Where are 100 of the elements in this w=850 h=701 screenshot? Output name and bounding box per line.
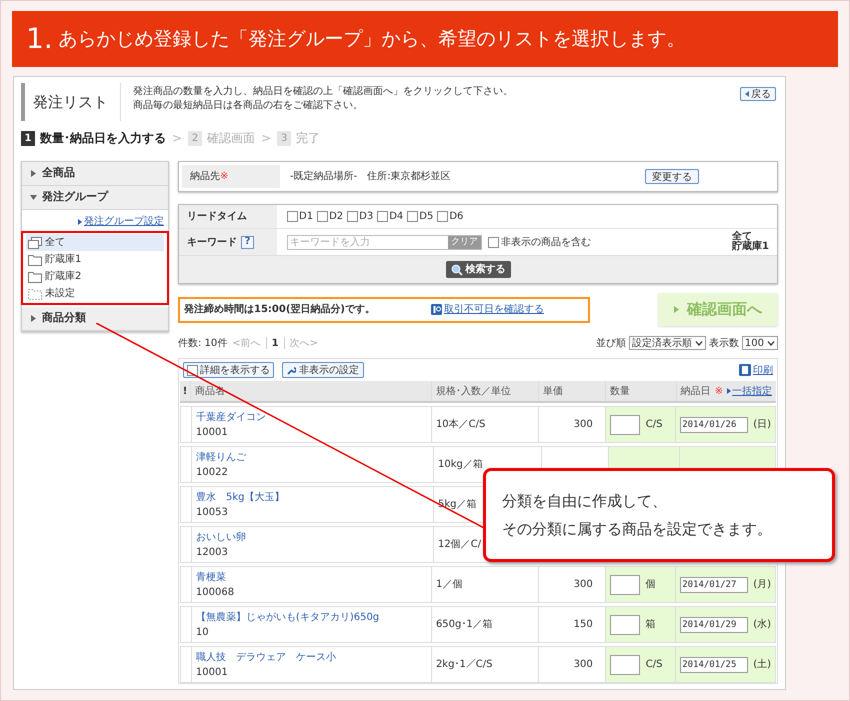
required-mark: ※ [714,384,723,398]
table-cell-text: 300 [574,578,593,592]
instruction-text: 商品毎の最短納品日は各商品の右をご確認下さい。 [133,99,364,113]
quantity-field[interactable] [610,414,640,434]
checkbox[interactable] [437,211,448,222]
product-code: 10001 [196,666,229,680]
product-code: 10053 [196,506,229,520]
delivery-date-field[interactable]: 2014/01/26 [680,416,748,432]
notice-text: 発注締め時間は15:00(翌日納品分)です。 [184,302,375,317]
step: 3 完了 [277,129,320,147]
banner-title: あらかじめ登録した「発注グループ」から、希望のリストを選択します。 [58,30,686,48]
column-header: ! [182,384,188,398]
product-code: 12003 [196,546,229,560]
product-code: 10 [196,626,210,640]
sort-label: 並び順 [596,336,626,350]
item-count: 件数: 10件 [178,336,228,350]
product-name-link[interactable]: 千葉産ダイコン [196,410,427,424]
product-code: 10001 [196,426,229,440]
sidebar-section-header[interactable]: 発注グループ [22,186,168,210]
quantity-field[interactable] [610,614,640,634]
print-link[interactable]: 印刷 [753,362,773,378]
caret-left-icon [745,91,749,97]
quantity-field[interactable] [610,574,640,594]
product-name-link[interactable]: 豊水 5kg【大玉】 [196,490,429,504]
group-list-item[interactable]: 未設定 [26,285,164,302]
delivery-address: -既定納品場所- 住所:東京都杉並区 [290,170,452,184]
unit-label: 個 [646,578,656,592]
lead-time-label: D5 [419,210,434,224]
instruction-text: 発注商品の数量を入力し、納品日を確認の上「確認画面へ」をクリックして下さい。 [133,85,514,99]
group-list-item[interactable]: 貯蔵庫2 [26,268,164,285]
column-header: 単価 [538,381,605,401]
search-icon [450,264,462,276]
callout-text: 分類を自由に作成して、 [502,491,668,512]
group-note: 全て [732,232,752,242]
product-name-link[interactable]: 青梗菜 [196,570,427,584]
table-cell-text: 650g･1／箱 [436,618,493,632]
group-settings-link[interactable]: 発注グループ設定 [84,214,164,229]
table-cell-text: 10本／C/S [436,418,486,432]
step-separator: > [261,130,272,147]
group-list-item[interactable]: 全て [26,234,164,251]
column-header: 規格･入数／単位 [430,381,538,401]
weekday-label: (月) [753,578,772,592]
page-number[interactable]: 1 [272,336,279,350]
caret-right-icon [78,218,82,224]
checkbox[interactable] [287,211,298,222]
back-button[interactable]: 戻る [740,87,776,101]
bulk-set-link[interactable]: 一括指定 [732,384,772,398]
details-toggle[interactable]: 詳細を表示する [183,362,274,378]
wrench-icon [287,366,296,374]
column-header: 数量 [604,381,676,401]
include-hidden-label: 非表示の商品を含む [501,236,591,250]
hidden-settings-button[interactable]: 非表示の設定 [282,362,364,378]
chevron-down-icon [694,340,703,346]
search-button[interactable]: 検索する [446,261,510,278]
table-cell-text: 300 [574,418,593,432]
table-cell-text: 150 [574,618,593,632]
page-title: 発注リスト [33,92,108,113]
delivery-date-field[interactable]: 2014/01/29 [680,616,748,632]
table-cell-text: 10kg／箱 [438,458,483,472]
checkbox[interactable] [488,236,499,248]
lead-time-label: D1 [299,210,314,224]
unavailable-dates-link[interactable]: 取引不可日を確認する [444,302,544,317]
product-name-link[interactable]: 職人技 デラウェア ケース小 [196,650,427,664]
print-icon [739,364,751,376]
delivery-label: 納品先※ [190,170,228,184]
lead-time-label: D6 [449,210,464,224]
weekday-label: (土) [753,658,772,672]
page-size-label: 表示数 [708,336,739,350]
product-name-link[interactable]: おいしい卵 [196,530,429,544]
group-note: 貯蔵庫1 [732,242,769,252]
callout-text: その分類に属する商品を設定できます。 [502,518,773,540]
group-list-item[interactable]: 貯蔵庫1 [26,251,164,268]
lead-time-label: D2 [329,210,344,224]
step: 1 数量･納品日を入力する [21,129,166,147]
weekday-label: (水) [753,618,772,632]
delivery-date-field[interactable]: 2014/01/25 [680,656,748,672]
weekday-label: (日) [753,418,772,432]
table-cell-text: 2kg･1／C/S [436,658,492,672]
quantity-field[interactable] [610,654,640,674]
checkbox[interactable] [347,211,358,222]
unit-label: C/S [646,418,662,432]
product-name-link[interactable]: 津軽りんご [196,450,429,464]
sidebar-section-header[interactable]: 商品分類 [22,307,168,331]
checkbox[interactable] [377,211,388,222]
caret-right-icon [727,388,731,394]
sort-select[interactable]: 設定済表示順 [628,336,706,350]
folder-icon [28,254,42,266]
change-button[interactable]: 変更する [645,169,699,184]
checkbox[interactable] [317,211,328,222]
folder-icon [28,270,42,282]
sidebar-section-header[interactable]: 全商品 [22,162,168,186]
product-name-link[interactable]: 【無農薬】じゃがいも(キタアカリ)650g [196,610,427,624]
caret-right-icon [674,306,679,313]
checkbox[interactable] [407,211,418,222]
help-badge[interactable]: ? [241,236,254,248]
lead-time-label: D4 [389,210,404,224]
page-size-select[interactable]: 100 [742,336,778,350]
keyword-label: キーワード [187,236,237,250]
chevron-down-icon [767,340,775,346]
delivery-date-field[interactable]: 2014/01/27 [680,576,748,592]
